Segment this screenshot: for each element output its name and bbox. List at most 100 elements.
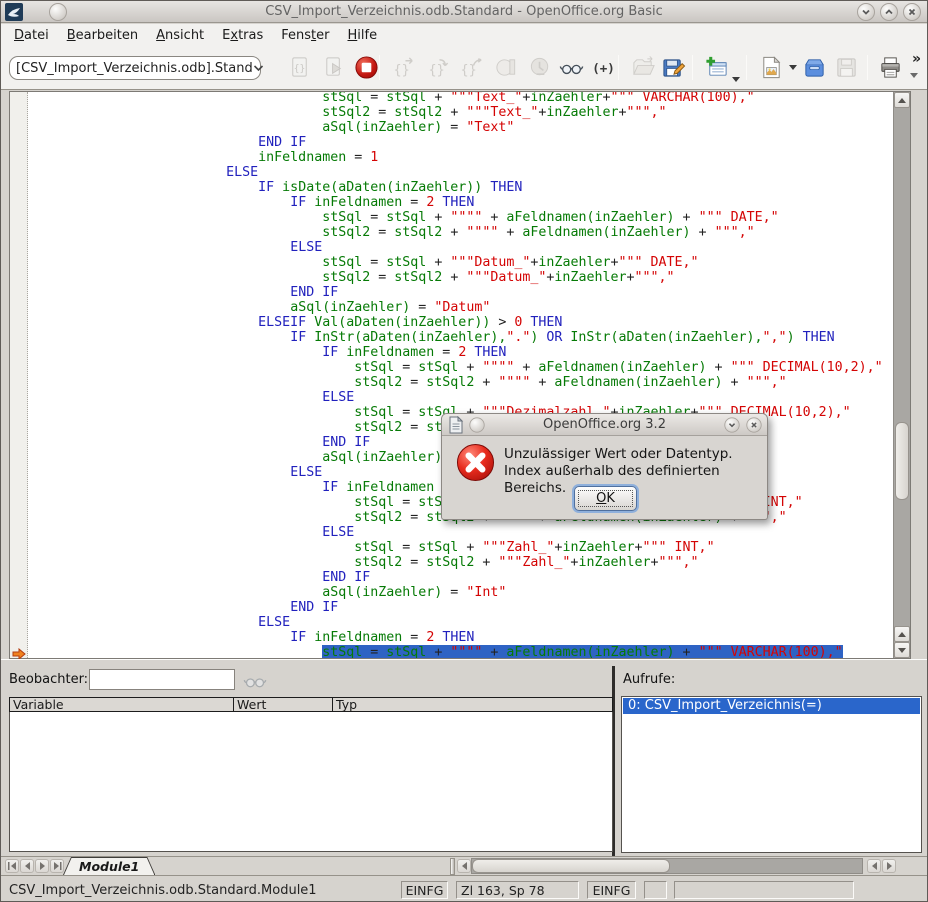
dropdown-arrow-icon[interactable] — [732, 77, 740, 82]
compile-icon[interactable]: {} — [286, 54, 313, 81]
library-select[interactable]: [CSV_Import_Verzeichnis.odb].Stand — [9, 56, 261, 80]
pane-splitter-handle[interactable] — [450, 858, 455, 875]
scroll-up-button-2[interactable] — [894, 626, 910, 642]
code-line[interactable]: END IF — [34, 570, 370, 585]
tab-module1[interactable]: Module1 — [63, 857, 155, 875]
run-to-cursor-icon[interactable] — [493, 54, 520, 81]
menu-bearbeiten[interactable]: Bearbeiten — [58, 26, 147, 45]
watch-icon[interactable] — [558, 54, 585, 81]
hscroll-left-button-2[interactable] — [867, 859, 881, 873]
code-pane[interactable]: stSql = stSql + """Text_"+inZaehler+""" … — [29, 92, 893, 658]
code-line[interactable]: stSql2 = stSql2 + """Text_"+inZaehler+""… — [34, 105, 667, 120]
next-tab-button[interactable] — [35, 859, 49, 873]
dialog-shade-button[interactable] — [724, 417, 739, 432]
horizontal-scrollbar[interactable] — [471, 858, 863, 874]
code-line[interactable]: IF inFeldnamen = 2 THEN — [34, 630, 474, 645]
code-line[interactable]: ELSEIF Val(aDaten(inZaehler)) > 0 THEN — [34, 315, 562, 330]
hscroll-left-button[interactable] — [457, 859, 471, 873]
toggle-breakpoint-icon[interactable] — [527, 54, 554, 81]
code-line[interactable]: aSql(inZaehler) = "Datum" — [34, 300, 490, 315]
code-line[interactable]: stSql2 = stSql2 + """Zahl_"+inZaehler+""… — [34, 555, 699, 570]
toolbar-overflow-arrow-icon[interactable] — [910, 73, 918, 78]
ok-button[interactable]: OK — [574, 486, 637, 511]
code-line[interactable]: IF inFeldnamen = 2 THEN — [34, 480, 506, 495]
watch-column-typ[interactable]: Typ — [333, 698, 612, 711]
code-line[interactable]: IF InStr(aDaten(inZaehler),".") OR InStr… — [34, 330, 835, 345]
horizontal-scrollbar-thumb[interactable] — [472, 859, 670, 873]
call-stack-list[interactable]: 0: CSV_Import_Verzeichnis(=) — [621, 696, 922, 853]
code-editor[interactable]: stSql = stSql + """Text_"+inZaehler+""" … — [9, 91, 911, 659]
code-line[interactable]: stSql2 = stSql2 + """" + aFeldnamen(inZa… — [34, 375, 787, 390]
scroll-down-button[interactable] — [894, 642, 910, 658]
enable-watch-icon[interactable] — [241, 668, 268, 693]
step-out-icon[interactable]: {} — [459, 54, 486, 81]
shade-button[interactable] — [857, 3, 875, 21]
run-icon[interactable] — [321, 54, 348, 81]
last-tab-button[interactable] — [50, 859, 64, 873]
status-insert-mode[interactable]: EINFG — [401, 881, 448, 899]
code-line[interactable]: stSql = stSql + """Zahl_"+inZaehler+""" … — [34, 540, 715, 555]
open-doc-icon[interactable] — [801, 54, 828, 81]
previous-tab-button[interactable] — [20, 859, 34, 873]
code-line[interactable]: stSql = stSql + """Text_"+inZaehler+""" … — [34, 92, 755, 105]
save-source-icon[interactable] — [660, 54, 687, 81]
call-stack-item[interactable]: 0: CSV_Import_Verzeichnis(=) — [623, 698, 920, 714]
hscroll-right-button[interactable] — [882, 859, 896, 873]
menu-extras[interactable]: Extras — [213, 26, 272, 45]
print-icon[interactable] — [877, 54, 904, 81]
maximize-button[interactable] — [880, 3, 898, 21]
code-line[interactable]: stSql2 = stSql2 + """Datum_"+inZaehler+"… — [34, 270, 675, 285]
code-line[interactable]: ELSE — [34, 525, 354, 540]
titlebar[interactable]: CSV_Import_Verzeichnis.odb.Standard - Op… — [1, 1, 927, 23]
code-line[interactable]: stSql = stSql + """Datum_"+inZaehler+"""… — [34, 255, 699, 270]
code-line[interactable]: IF inFeldnamen = 2 THEN — [34, 345, 506, 360]
watch-column-variable[interactable]: Variable — [10, 698, 234, 711]
close-button[interactable] — [903, 3, 921, 21]
status-cursor-position[interactable]: Zl 163, Sp 78 — [456, 881, 579, 899]
menu-fenster[interactable]: Fenster — [272, 26, 338, 45]
stop-icon[interactable] — [353, 54, 380, 81]
code-line[interactable]: aSql(inZaehler) = "Int" — [34, 585, 506, 600]
menu-hilfe[interactable]: Hilfe — [339, 26, 387, 45]
scroll-up-button[interactable] — [894, 92, 910, 108]
code-line[interactable]: ELSE — [34, 615, 290, 630]
single-step-icon[interactable]: {} — [425, 54, 452, 81]
code-line[interactable]: END IF — [34, 435, 370, 450]
save-doc-icon[interactable] — [833, 54, 860, 81]
code-line[interactable]: ELSE — [34, 240, 322, 255]
find-parentheses-icon[interactable]: (+) — [590, 54, 617, 81]
watch-column-wert[interactable]: Wert — [234, 698, 333, 711]
code-line[interactable]: ELSE — [34, 165, 258, 180]
watch-input[interactable] — [89, 669, 235, 690]
horizontal-splitter[interactable] — [1, 659, 927, 666]
error-dialog-titlebar[interactable]: OpenOffice.org 3.2 — [442, 414, 767, 436]
vertical-scrollbar-thumb[interactable] — [895, 422, 909, 500]
code-line[interactable]: ELSE — [34, 390, 354, 405]
menu-ansicht[interactable]: Ansicht — [147, 26, 213, 45]
breakpoint-margin[interactable] — [10, 92, 28, 658]
procedure-step-icon[interactable]: {} — [391, 54, 418, 81]
code-line[interactable]: stSql2 = stSql2 + """" + aFeldnamen(inZa… — [34, 225, 755, 240]
code-line[interactable]: END IF — [34, 135, 306, 150]
code-line[interactable]: stSql = stSql + """" + aFeldnamen(inZaeh… — [34, 210, 779, 225]
code-line[interactable]: END IF — [34, 285, 338, 300]
dropdown-arrow-icon[interactable] — [789, 65, 797, 70]
watch-table-body[interactable] — [9, 712, 613, 852]
first-tab-button[interactable] — [5, 859, 19, 873]
status-insert-mode-2[interactable]: EINFG — [587, 881, 636, 899]
code-line[interactable]: IF inFeldnamen = 2 THEN — [34, 195, 474, 210]
code-line[interactable]: ELSE — [34, 465, 322, 480]
code-line[interactable]: stSql = stSql + """" + aFeldnamen(inZaeh… — [34, 360, 883, 375]
insert-module-icon[interactable] — [703, 54, 730, 81]
vertical-scrollbar[interactable] — [893, 92, 910, 658]
code-line[interactable]: IF isDate(aDaten(inZaehler)) THEN — [34, 180, 522, 195]
dialog-close-button[interactable] — [746, 417, 761, 432]
code-line[interactable]: END IF — [34, 600, 338, 615]
new-doc-icon[interactable] — [758, 54, 785, 81]
toolbar-overflow-button[interactable]: » — [912, 51, 921, 67]
code-line-current[interactable]: stSql = stSql + """" + aFeldnamen(inZaeh… — [34, 645, 843, 658]
code-line[interactable]: aSql(inZaehler) = "Text" — [34, 120, 514, 135]
menu-datei[interactable]: Datei — [5, 26, 58, 45]
open-icon[interactable] — [630, 54, 657, 81]
code-line[interactable]: inFeldnamen = 1 — [34, 150, 378, 165]
